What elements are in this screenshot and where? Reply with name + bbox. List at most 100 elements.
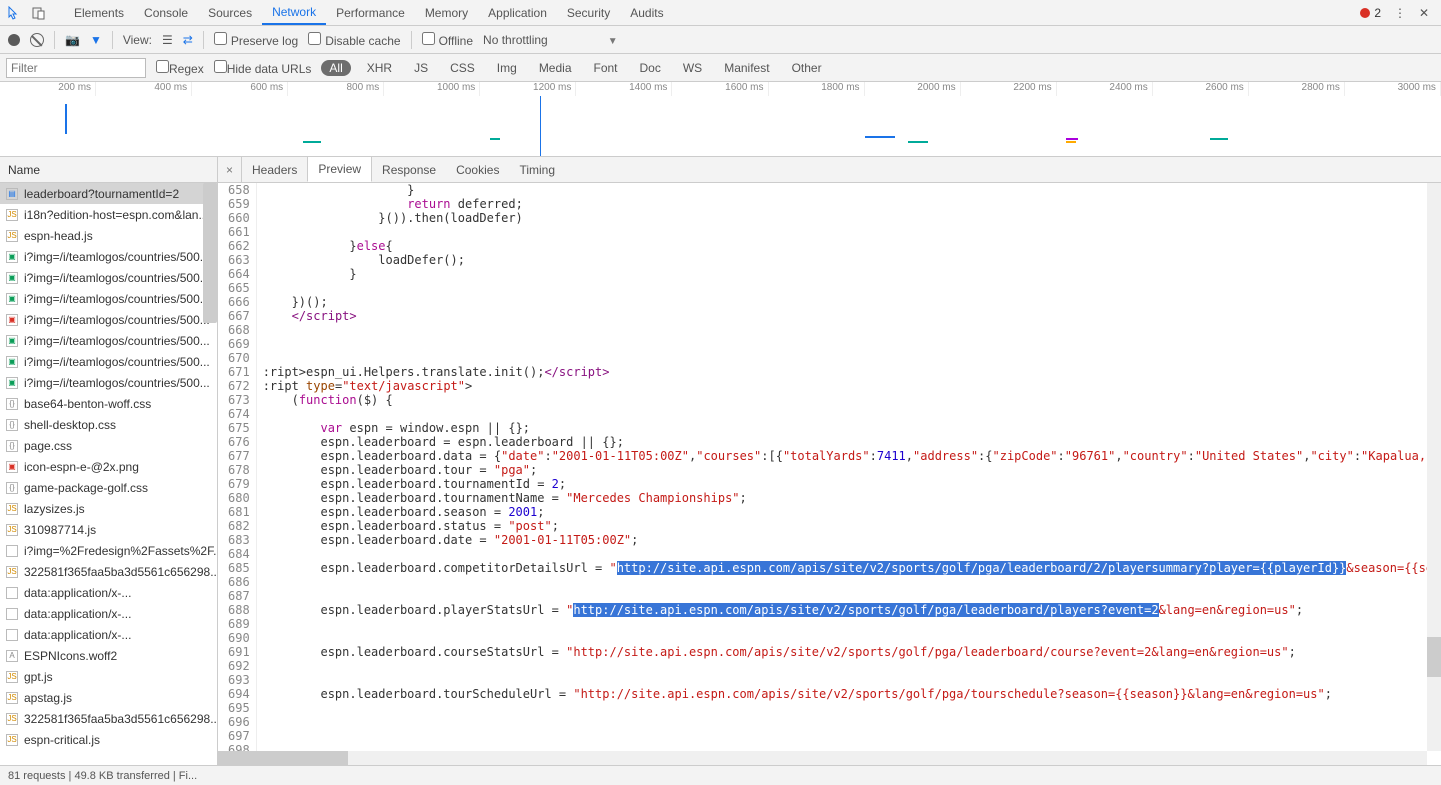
code-line: espn.leaderboard.date = "2001-01-11T05:0…: [263, 533, 1441, 547]
request-row[interactable]: data:application/x-...: [0, 624, 217, 645]
scrollbar-thumb[interactable]: [203, 183, 217, 323]
request-name: data:application/x-...: [24, 607, 131, 621]
request-row[interactable]: AESPNIcons.woff2: [0, 645, 217, 666]
scrollbar-thumb[interactable]: [218, 751, 348, 765]
chevron-down-icon: ▼: [608, 36, 618, 47]
horizontal-scrollbar[interactable]: [218, 751, 1427, 765]
kebab-menu-icon[interactable]: ⋮: [1389, 2, 1411, 24]
request-list: Name ▤leaderboard?tournamentId=2JSi18n?e…: [0, 157, 218, 765]
network-timeline[interactable]: 200 ms400 ms600 ms800 ms1000 ms1200 ms14…: [0, 82, 1441, 157]
clear-icon[interactable]: [30, 33, 44, 47]
request-row[interactable]: JS310987714.js: [0, 519, 217, 540]
blank-icon: [6, 545, 18, 557]
column-header-name[interactable]: Name: [0, 157, 217, 183]
scrollbar-thumb[interactable]: [1427, 637, 1441, 677]
camera-icon[interactable]: 📷: [65, 33, 80, 47]
request-row[interactable]: {}shell-desktop.css: [0, 414, 217, 435]
request-row[interactable]: JSlazysizes.js: [0, 498, 217, 519]
filter-chip-media[interactable]: Media: [533, 59, 578, 77]
network-main: Name ▤leaderboard?tournamentId=2JSi18n?e…: [0, 157, 1441, 765]
disable-cache-checkbox[interactable]: Disable cache: [308, 32, 400, 48]
request-row[interactable]: ▣i?img=/i/teamlogos/countries/500...: [0, 267, 217, 288]
tab-audits[interactable]: Audits: [620, 0, 673, 25]
code-line: espn.leaderboard.tourScheduleUrl = "http…: [263, 687, 1441, 701]
request-row[interactable]: i?img=%2Fredesign%2Fassets%2F...: [0, 540, 217, 561]
tab-console[interactable]: Console: [134, 0, 198, 25]
request-row[interactable]: JS322581f365faa5ba3d5561c656298...: [0, 561, 217, 582]
offline-checkbox[interactable]: Offline: [422, 32, 473, 48]
record-icon[interactable]: [8, 34, 20, 46]
separator: [112, 31, 113, 49]
filter-input[interactable]: [6, 58, 146, 78]
detail-tab-headers[interactable]: Headers: [242, 157, 307, 182]
preserve-log-checkbox[interactable]: Preserve log: [214, 32, 298, 48]
request-row[interactable]: {}base64-benton-woff.css: [0, 393, 217, 414]
request-name: 310987714.js: [24, 523, 96, 537]
waterfall-view-icon[interactable]: ⇄: [183, 33, 193, 47]
tab-application[interactable]: Application: [478, 0, 557, 25]
preview-code[interactable]: 6586596606616626636646656666676686696706…: [218, 183, 1441, 765]
filter-chip-manifest[interactable]: Manifest: [718, 59, 775, 77]
request-row[interactable]: ▣i?img=/i/teamlogos/countries/500...: [0, 351, 217, 372]
filter-chip-xhr[interactable]: XHR: [361, 59, 398, 77]
filter-chip-other[interactable]: Other: [786, 59, 828, 77]
tab-network[interactable]: Network: [262, 0, 326, 25]
request-name: data:application/x-...: [24, 586, 131, 600]
request-row[interactable]: ▣i?img=/i/teamlogos/countries/500...: [0, 372, 217, 393]
throttling-select[interactable]: No throttling▼: [483, 33, 618, 47]
error-counter[interactable]: 2: [1360, 6, 1381, 20]
filter-chip-ws[interactable]: WS: [677, 59, 708, 77]
list-view-icon[interactable]: ☰: [162, 33, 173, 47]
filter-chip-js[interactable]: JS: [408, 59, 434, 77]
filter-chip-font[interactable]: Font: [588, 59, 624, 77]
filter-chip-css[interactable]: CSS: [444, 59, 481, 77]
request-row[interactable]: JSespn-critical.js: [0, 729, 217, 750]
blank-icon: [6, 608, 18, 620]
request-row[interactable]: ▣i?img=/i/teamlogos/countries/500...: [0, 309, 217, 330]
separator: [54, 31, 55, 49]
request-row[interactable]: ▣i?img=/i/teamlogos/countries/500...: [0, 330, 217, 351]
img-icon: ▣: [6, 293, 18, 305]
tab-security[interactable]: Security: [557, 0, 620, 25]
regex-checkbox[interactable]: Regex: [156, 60, 204, 76]
request-row[interactable]: ▣icon-espn-e-@2x.png: [0, 456, 217, 477]
request-name: apstag.js: [24, 691, 72, 705]
js-icon: JS: [6, 209, 18, 221]
timeline-area: [0, 96, 1441, 156]
vertical-scrollbar[interactable]: [1427, 183, 1441, 751]
request-row[interactable]: ▣i?img=/i/teamlogos/countries/500...: [0, 288, 217, 309]
js-icon: JS: [6, 503, 18, 515]
request-row[interactable]: data:application/x-...: [0, 582, 217, 603]
close-detail-icon[interactable]: ×: [218, 157, 242, 182]
request-row[interactable]: data:application/x-...: [0, 603, 217, 624]
code-line: espn.leaderboard.status = "post";: [263, 519, 1441, 533]
hide-data-urls-checkbox[interactable]: Hide data URLs: [214, 60, 312, 76]
request-row[interactable]: ▤leaderboard?tournamentId=2: [0, 183, 217, 204]
tick-label: 1600 ms: [672, 82, 768, 96]
request-row[interactable]: JSi18n?edition-host=espn.com&lan...: [0, 204, 217, 225]
tab-performance[interactable]: Performance: [326, 0, 415, 25]
tab-memory[interactable]: Memory: [415, 0, 478, 25]
tab-elements[interactable]: Elements: [64, 0, 134, 25]
detail-tab-response[interactable]: Response: [372, 157, 446, 182]
request-row[interactable]: {}page.css: [0, 435, 217, 456]
request-row[interactable]: {}game-package-golf.css: [0, 477, 217, 498]
detail-tab-timing[interactable]: Timing: [509, 157, 565, 182]
request-row[interactable]: JSapstag.js: [0, 687, 217, 708]
request-name: i?img=/i/teamlogos/countries/500...: [24, 250, 210, 264]
inspect-icon[interactable]: [4, 2, 26, 24]
device-toggle-icon[interactable]: [28, 2, 50, 24]
request-row[interactable]: JS322581f365faa5ba3d5561c656298...: [0, 708, 217, 729]
filter-chip-doc[interactable]: Doc: [634, 59, 667, 77]
filter-toggle-icon[interactable]: ▼: [90, 33, 102, 47]
status-text: 81 requests | 49.8 KB transferred | Fi..…: [8, 770, 197, 782]
filter-chip-all[interactable]: All: [321, 60, 350, 76]
tab-sources[interactable]: Sources: [198, 0, 262, 25]
detail-tab-preview[interactable]: Preview: [307, 157, 372, 182]
request-row[interactable]: JSgpt.js: [0, 666, 217, 687]
request-row[interactable]: ▣i?img=/i/teamlogos/countries/500...: [0, 246, 217, 267]
filter-chip-img[interactable]: Img: [491, 59, 523, 77]
close-devtools-icon[interactable]: ✕: [1413, 2, 1435, 24]
request-row[interactable]: JSespn-head.js: [0, 225, 217, 246]
detail-tab-cookies[interactable]: Cookies: [446, 157, 509, 182]
